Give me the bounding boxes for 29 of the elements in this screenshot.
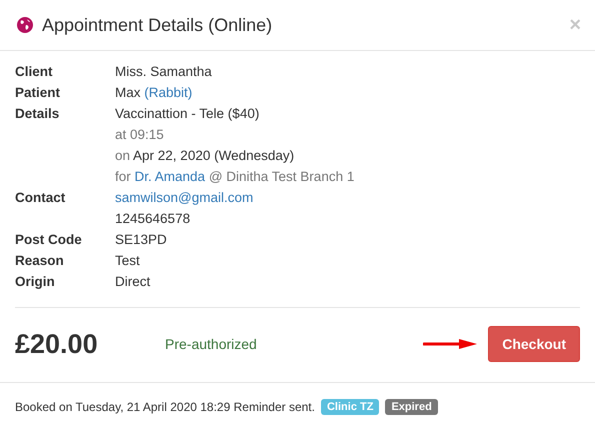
field-value: for Dr. Amanda @ Dinitha Test Branch 1: [115, 168, 356, 185]
field-label: Client: [15, 63, 54, 80]
arrow-icon: [423, 338, 478, 350]
payment-status: Pre-authorized: [165, 336, 258, 352]
field-value: Max (Rabbit): [115, 84, 194, 101]
field-label: Origin: [15, 273, 56, 290]
link[interactable]: samwilson@gmail.com: [115, 190, 254, 205]
status-label: Expired: [385, 399, 438, 415]
price-amount: £20.00: [15, 328, 99, 360]
link[interactable]: Dr. Amanda: [134, 169, 206, 184]
field-label: Post Code: [15, 231, 83, 248]
booking-info: Booked on Tuesday, 21 April 2020 18:29 Reminder sent.: [15, 400, 315, 414]
link[interactable]: (Rabbit): [144, 85, 192, 100]
field-value: Miss. Samantha: [115, 63, 213, 80]
field-value: 1245646578: [115, 210, 192, 227]
status-label: Clinic TZ: [320, 399, 380, 415]
field-value: SE13PD: [115, 231, 168, 248]
checkout-button[interactable]: Checkout: [488, 326, 580, 362]
field-label: Reason: [15, 252, 65, 269]
globe-icon: [17, 17, 33, 33]
field-value: on Apr 22, 2020 (Wednesday): [115, 147, 296, 164]
dialog-title: Appointment Details (Online): [42, 14, 274, 36]
field-value: at 09:15: [115, 126, 165, 143]
field-value: Direct: [115, 273, 152, 290]
field-value: Vaccinattion - Tele ($40): [115, 105, 260, 122]
field-label: Patient: [15, 84, 62, 101]
field-value: Test: [115, 252, 141, 269]
field-label: Contact: [15, 189, 66, 207]
field-label: Details: [15, 105, 60, 123]
